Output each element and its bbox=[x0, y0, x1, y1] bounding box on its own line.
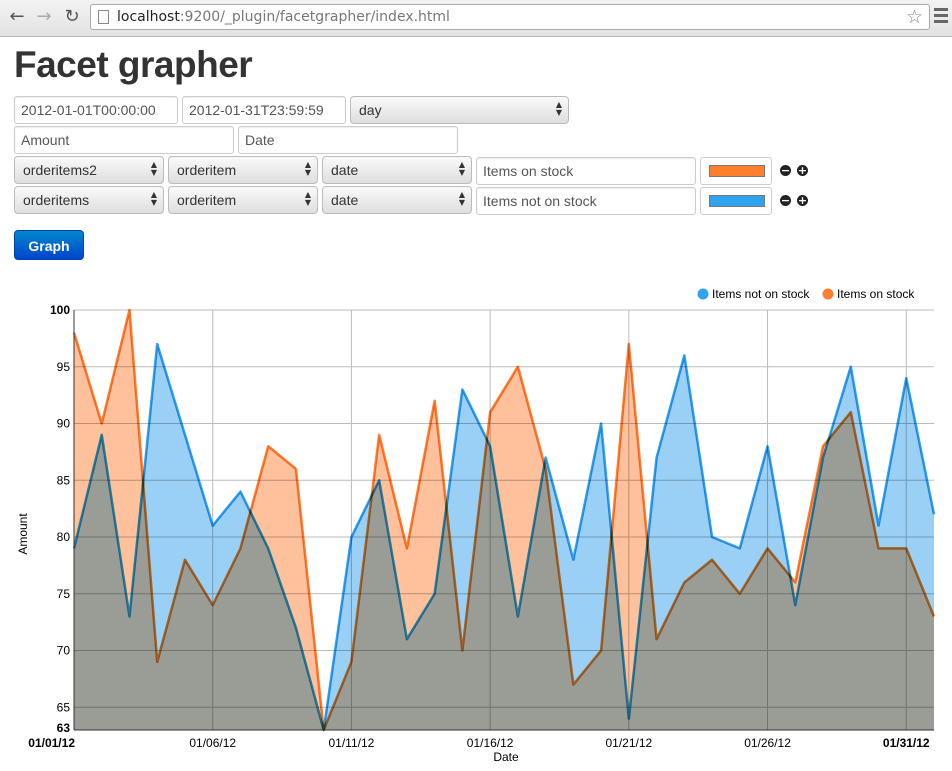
x-axis-title: Date bbox=[493, 750, 519, 764]
y-tick-label: 70 bbox=[57, 644, 71, 658]
x-tick-label: 01/11/12 bbox=[329, 736, 375, 750]
select-arrows-icon: ▲ ▼ bbox=[304, 190, 311, 207]
back-arrow-icon[interactable]: ← bbox=[6, 6, 28, 28]
legend-marker bbox=[822, 288, 834, 300]
x-tick-label: 01/21/12 bbox=[605, 736, 652, 750]
bookmark-star-icon[interactable]: ☆ bbox=[906, 6, 923, 28]
legend-label: Items not on stock bbox=[712, 287, 810, 301]
index-select[interactable]: orderitems2 ▲ ▼ bbox=[14, 156, 164, 184]
x-tick-label: 01/01/12 bbox=[28, 736, 75, 750]
graph-button[interactable]: Graph bbox=[14, 230, 84, 260]
legend-marker bbox=[697, 288, 709, 300]
type-select[interactable]: orderitem ▲ ▼ bbox=[168, 156, 318, 184]
color-picker[interactable] bbox=[700, 157, 772, 185]
x-axis-label-input[interactable]: Date bbox=[238, 126, 458, 154]
y-tick-label: 75 bbox=[57, 587, 71, 601]
add-row-icon[interactable]: + bbox=[797, 195, 808, 206]
field-value: date bbox=[331, 192, 359, 208]
add-row-icon[interactable]: + bbox=[797, 165, 808, 176]
y-tick-label: 80 bbox=[57, 530, 71, 544]
select-arrows-icon: ▲ ▼ bbox=[304, 160, 311, 177]
y-axis-label-input[interactable]: Amount bbox=[14, 126, 234, 154]
y-tick-label: 63 bbox=[57, 721, 71, 735]
select-arrows-icon: ▲ ▼ bbox=[150, 160, 157, 177]
field-select[interactable]: date ▲ ▼ bbox=[322, 156, 472, 184]
legend-label: Items on stock bbox=[837, 287, 915, 301]
y-tick-label: 85 bbox=[57, 473, 71, 487]
x-tick-label: 01/26/12 bbox=[744, 736, 791, 750]
select-arrows-icon: ▲ ▼ bbox=[458, 160, 465, 177]
index-value: orderitems2 bbox=[23, 162, 97, 178]
color-swatch bbox=[709, 195, 765, 207]
x-tick-label: 01/31/12 bbox=[883, 736, 930, 750]
field-value: date bbox=[331, 162, 359, 178]
select-arrows-icon: ▲ ▼ bbox=[150, 190, 157, 207]
address-url[interactable]: localhost:9200/_plugin/facetgrapher/inde… bbox=[117, 9, 450, 25]
type-select[interactable]: orderitem ▲ ▼ bbox=[168, 186, 318, 214]
y-tick-label: 100 bbox=[50, 303, 70, 317]
select-arrows-icon: ▲ ▼ bbox=[555, 100, 562, 117]
select-arrows-icon: ▲ ▼ bbox=[458, 190, 465, 207]
y-tick-label: 95 bbox=[57, 360, 71, 374]
menu-icon[interactable] bbox=[934, 8, 948, 26]
start-date-input[interactable]: 2012-01-01T00:00:00 bbox=[14, 96, 178, 124]
type-value: orderitem bbox=[177, 162, 237, 178]
index-select[interactable]: orderitems ▲ ▼ bbox=[14, 186, 164, 214]
x-tick-label: 01/16/12 bbox=[467, 736, 514, 750]
reload-icon[interactable]: ↻ bbox=[61, 6, 83, 28]
end-date-input[interactable]: 2012-01-31T23:59:59 bbox=[182, 96, 346, 124]
type-value: orderitem bbox=[177, 192, 237, 208]
field-select[interactable]: date ▲ ▼ bbox=[322, 186, 472, 214]
series-label-input[interactable]: Items on stock bbox=[476, 157, 696, 185]
page-title: Facet grapher bbox=[14, 44, 253, 85]
series-label-input[interactable]: Items not on stock bbox=[476, 187, 696, 215]
index-value: orderitems bbox=[23, 192, 90, 208]
interval-value: day bbox=[359, 102, 382, 118]
y-axis-title: Amount bbox=[16, 513, 30, 555]
x-tick-label: 01/06/12 bbox=[189, 736, 236, 750]
address-bar[interactable]: localhost:9200/_plugin/facetgrapher/inde… bbox=[90, 4, 930, 30]
remove-row-icon[interactable]: − bbox=[780, 195, 791, 206]
page-icon bbox=[98, 10, 109, 24]
remove-row-icon[interactable]: − bbox=[780, 165, 791, 176]
color-swatch bbox=[709, 165, 765, 177]
y-tick-label: 90 bbox=[57, 417, 71, 431]
color-picker[interactable] bbox=[700, 187, 772, 215]
y-tick-label: 65 bbox=[57, 700, 71, 714]
browser-toolbar: ← → ↻ localhost:9200/_plugin/facetgraphe… bbox=[0, 0, 952, 37]
forward-arrow-icon[interactable]: → bbox=[33, 6, 55, 28]
interval-select[interactable]: day ▲ ▼ bbox=[350, 96, 569, 124]
area-chart: 65 70 75 80 85 90 95 100 6301/01/12 01/06/12 01/11… bbox=[16, 287, 936, 764]
